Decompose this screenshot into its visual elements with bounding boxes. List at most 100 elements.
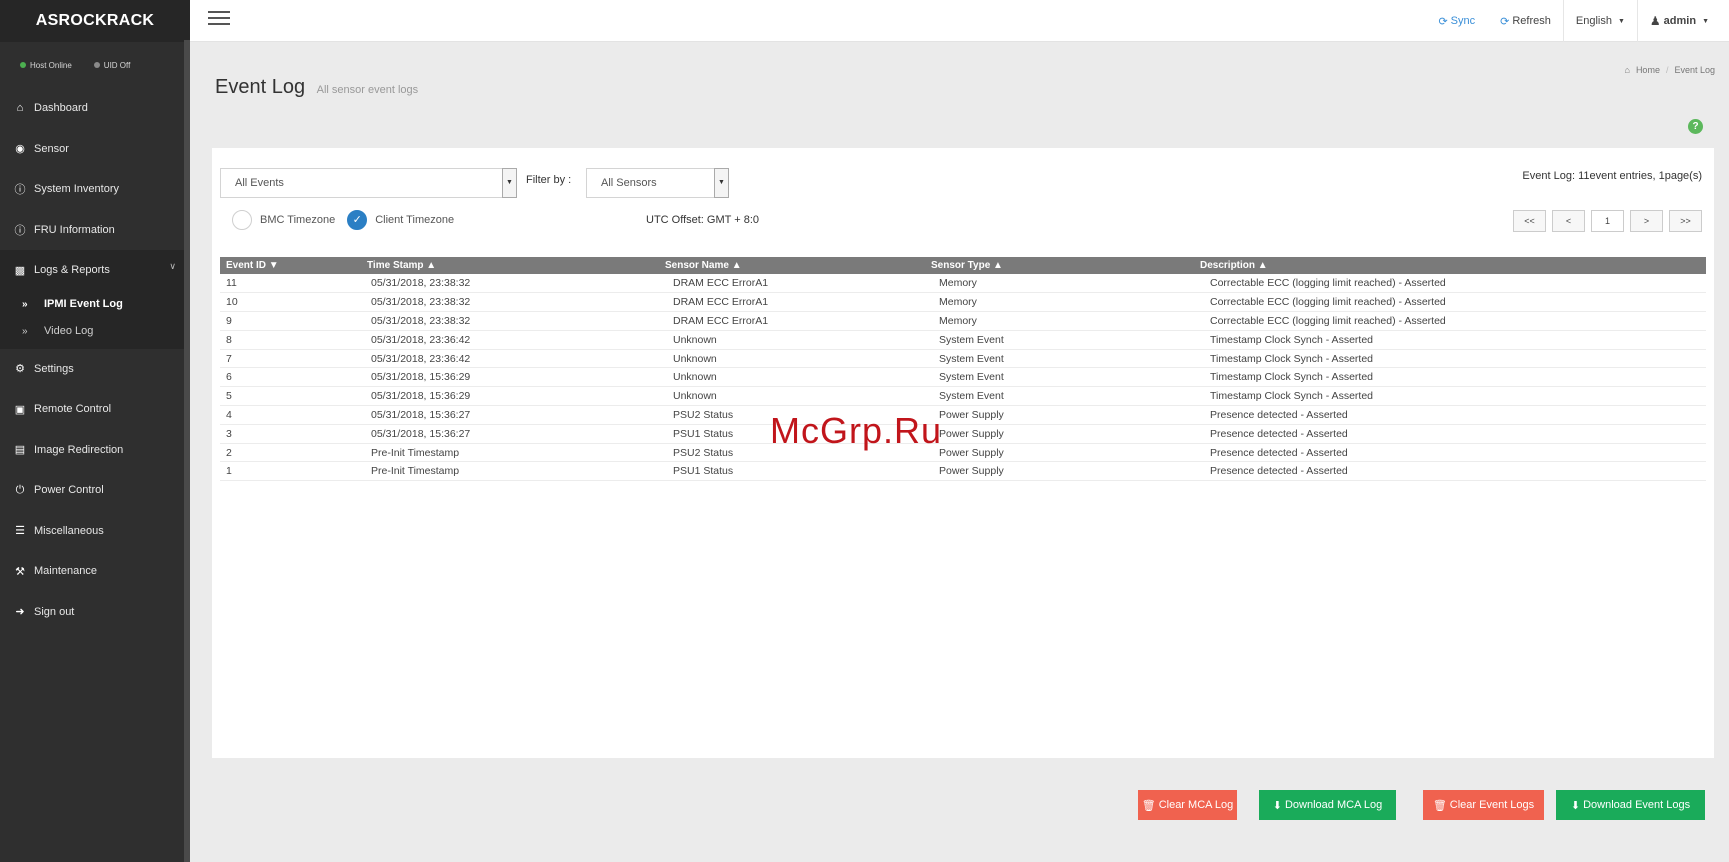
- sidebar-item-logs-reports[interactable]: ▩ Logs & Reports ∨: [0, 250, 190, 291]
- language-dropdown[interactable]: English ▼: [1562, 0, 1637, 42]
- table-row[interactable]: 3 05/31/2018, 15:36:27 PSU1 Status Power…: [220, 424, 1706, 444]
- sidebar-item-miscellaneous[interactable]: ☰ Miscellaneous: [0, 511, 190, 552]
- sidebar-item-maintenance[interactable]: ⚒ Maintenance: [0, 551, 190, 592]
- bmc-timezone-label: BMC Timezone: [260, 214, 336, 226]
- table-row[interactable]: 11 05/31/2018, 23:38:32 DRAM ECC ErrorA1…: [220, 274, 1706, 294]
- sidebar-item-dashboard[interactable]: ⌂ Dashboard: [0, 88, 190, 129]
- watermark: McGrp.Ru: [770, 410, 943, 451]
- client-timezone-radio[interactable]: ✓: [347, 210, 368, 230]
- cell-event-id: 3: [220, 424, 361, 444]
- table-row[interactable]: 1 Pre-Init Timestamp PSU1 Status Power S…: [220, 461, 1706, 482]
- sidebar-item-system-inventory[interactable]: ⓘ System Inventory: [0, 169, 190, 210]
- prev-page-button[interactable]: <: [1552, 210, 1585, 232]
- cell-time-stamp: 05/31/2018, 23:38:32: [361, 311, 659, 331]
- gear-icon: ⚙: [15, 363, 25, 376]
- cell-event-id: 2: [220, 443, 361, 463]
- user-icon: ♟: [1649, 14, 1661, 28]
- sidebar-item-sign-out[interactable]: ➜ Sign out: [0, 592, 190, 633]
- sidebar-item-label: Logs & Reports: [34, 264, 110, 277]
- download-mca-log-button[interactable]: ⬇ Download MCA Log: [1259, 790, 1396, 820]
- client-timezone-label: Client Timezone: [375, 214, 455, 226]
- event-type-select[interactable]: All Events ▼: [220, 168, 517, 198]
- menu-toggle-button[interactable]: [208, 11, 230, 29]
- sidebar-scrollbar[interactable]: [184, 40, 190, 862]
- sidebar-item-label: Sensor: [34, 142, 69, 155]
- table-row[interactable]: 9 05/31/2018, 23:38:32 DRAM ECC ErrorA1 …: [220, 311, 1706, 331]
- sidebar-item-label: Remote Control: [34, 403, 112, 416]
- clear-mca-log-button[interactable]: 🗑 Clear MCA Log: [1138, 790, 1237, 820]
- column-header-description[interactable]: Description ▲: [1194, 257, 1706, 274]
- download-event-logs-label: Download Event Logs: [1583, 799, 1691, 811]
- home-icon: ⌂: [16, 102, 24, 115]
- bmc-timezone-radio[interactable]: [232, 210, 252, 230]
- column-header-sensor-type[interactable]: Sensor Type ▲: [925, 257, 1194, 274]
- sensor-select[interactable]: All Sensors ▼: [586, 168, 729, 198]
- first-page-button[interactable]: <<: [1513, 210, 1546, 232]
- sidebar-item-remote-control[interactable]: ▣ Remote Control: [0, 389, 190, 430]
- sidebar-item-label: Image Redirection: [34, 443, 124, 456]
- topbar: ⟳ Sync ⟳ Refresh English ▼ ♟ admin ▼: [190, 0, 1729, 42]
- next-page-button[interactable]: >: [1630, 210, 1663, 232]
- sidebar-item-sensor[interactable]: ◉ Sensor: [0, 129, 190, 170]
- uid-status: UID Off: [93, 61, 130, 70]
- column-header-time-stamp[interactable]: Time Stamp ▲: [361, 257, 659, 274]
- cell-sensor-type: Power Supply: [925, 424, 1194, 444]
- table-row[interactable]: 5 05/31/2018, 15:36:29 Unknown System Ev…: [220, 386, 1706, 407]
- list-icon: ☰: [15, 525, 25, 538]
- sidebar-item-power-control[interactable]: ⏻ Power Control: [0, 470, 190, 511]
- download-icon: ⬇: [1570, 799, 1581, 812]
- cell-sensor-type: System Event: [925, 349, 1194, 369]
- cell-description: Timestamp Clock Synch - Asserted: [1194, 367, 1706, 388]
- uid-status-dot: [93, 62, 100, 68]
- current-page-button[interactable]: 1: [1591, 210, 1624, 232]
- sidebar-item-fru-information[interactable]: ⓘ FRU Information: [0, 210, 190, 251]
- sidebar-item-label: Maintenance: [34, 565, 97, 578]
- cell-time-stamp: 05/31/2018, 15:36:27: [361, 405, 659, 425]
- table-row[interactable]: 7 05/31/2018, 23:36:42 Unknown System Ev…: [220, 349, 1706, 369]
- sync-button[interactable]: ⟳ Sync: [1425, 15, 1487, 28]
- sidebar-subitem-video-log[interactable]: » Video Log: [0, 318, 190, 345]
- sidebar-item-image-redirection[interactable]: ▤ Image Redirection: [0, 430, 190, 471]
- status-row: Host Online UID Off: [0, 42, 190, 88]
- download-icon: ⬇: [1272, 799, 1282, 812]
- table-row[interactable]: 2 Pre-Init Timestamp PSU2 Status Power S…: [220, 443, 1706, 463]
- table-row[interactable]: 10 05/31/2018, 23:38:32 DRAM ECC ErrorA1…: [220, 292, 1706, 313]
- help-icon[interactable]: ?: [1688, 119, 1703, 134]
- cell-sensor-type: Power Supply: [925, 443, 1194, 463]
- table-row[interactable]: 4 05/31/2018, 15:36:27 PSU2 Status Power…: [220, 405, 1706, 425]
- refresh-label: Refresh: [1512, 15, 1551, 27]
- table-row[interactable]: 8 05/31/2018, 23:36:42 Unknown System Ev…: [220, 330, 1706, 350]
- sidebar-subitem-ipmi-event-log[interactable]: » IPMI Event Log: [0, 291, 190, 318]
- event-type-select-value: All Events: [235, 177, 284, 189]
- last-page-button[interactable]: >>: [1669, 210, 1702, 232]
- breadcrumb-current: Event Log: [1674, 65, 1715, 75]
- cell-description: Timestamp Clock Synch - Asserted: [1194, 349, 1706, 369]
- host-status-label: Host Online: [30, 60, 72, 70]
- bar-chart-icon: ▩: [14, 264, 26, 277]
- cell-time-stamp: Pre-Init Timestamp: [361, 443, 659, 463]
- cell-time-stamp: 05/31/2018, 15:36:29: [361, 367, 659, 388]
- event-log-panel: All Events ▼ Filter by : All Sensors ▼ B…: [212, 148, 1714, 758]
- page-title-text: Event Log: [215, 76, 306, 98]
- sync-label: Sync: [1450, 15, 1476, 27]
- dropdown-arrow-icon: ▼: [714, 168, 729, 198]
- column-header-event-id[interactable]: Event ID ▼: [220, 257, 361, 274]
- clear-event-logs-button[interactable]: 🗑 Clear Event Logs: [1423, 790, 1544, 820]
- sidebar-item-label: Miscellaneous: [34, 524, 104, 537]
- cell-time-stamp: 05/31/2018, 15:36:29: [361, 386, 659, 407]
- sidebar-item-settings[interactable]: ⚙ Settings: [0, 349, 190, 390]
- breadcrumb: ⌂ Home / Event Log: [1625, 65, 1716, 75]
- table-row[interactable]: 6 05/31/2018, 15:36:29 Unknown System Ev…: [220, 367, 1706, 388]
- hamburger-line: [208, 11, 230, 13]
- sensor-select-value: All Sensors: [601, 177, 657, 189]
- download-event-logs-button[interactable]: ⬇ Download Event Logs: [1556, 790, 1705, 820]
- cell-description: Timestamp Clock Synch - Asserted: [1194, 386, 1706, 407]
- sidebar-item-label: Sign out: [34, 605, 75, 618]
- column-header-sensor-name[interactable]: Sensor Name ▲: [659, 257, 925, 274]
- breadcrumb-home-link[interactable]: Home: [1636, 65, 1660, 75]
- sidebar-subitem-label: IPMI Event Log: [44, 298, 123, 310]
- refresh-button[interactable]: ⟳ Refresh: [1487, 15, 1563, 28]
- user-menu[interactable]: ♟ admin ▼: [1636, 0, 1729, 42]
- cell-sensor-type: System Event: [925, 386, 1194, 407]
- sidebar: ASROCKRACK Host Online UID Off ⌂ Dashboa…: [0, 0, 190, 862]
